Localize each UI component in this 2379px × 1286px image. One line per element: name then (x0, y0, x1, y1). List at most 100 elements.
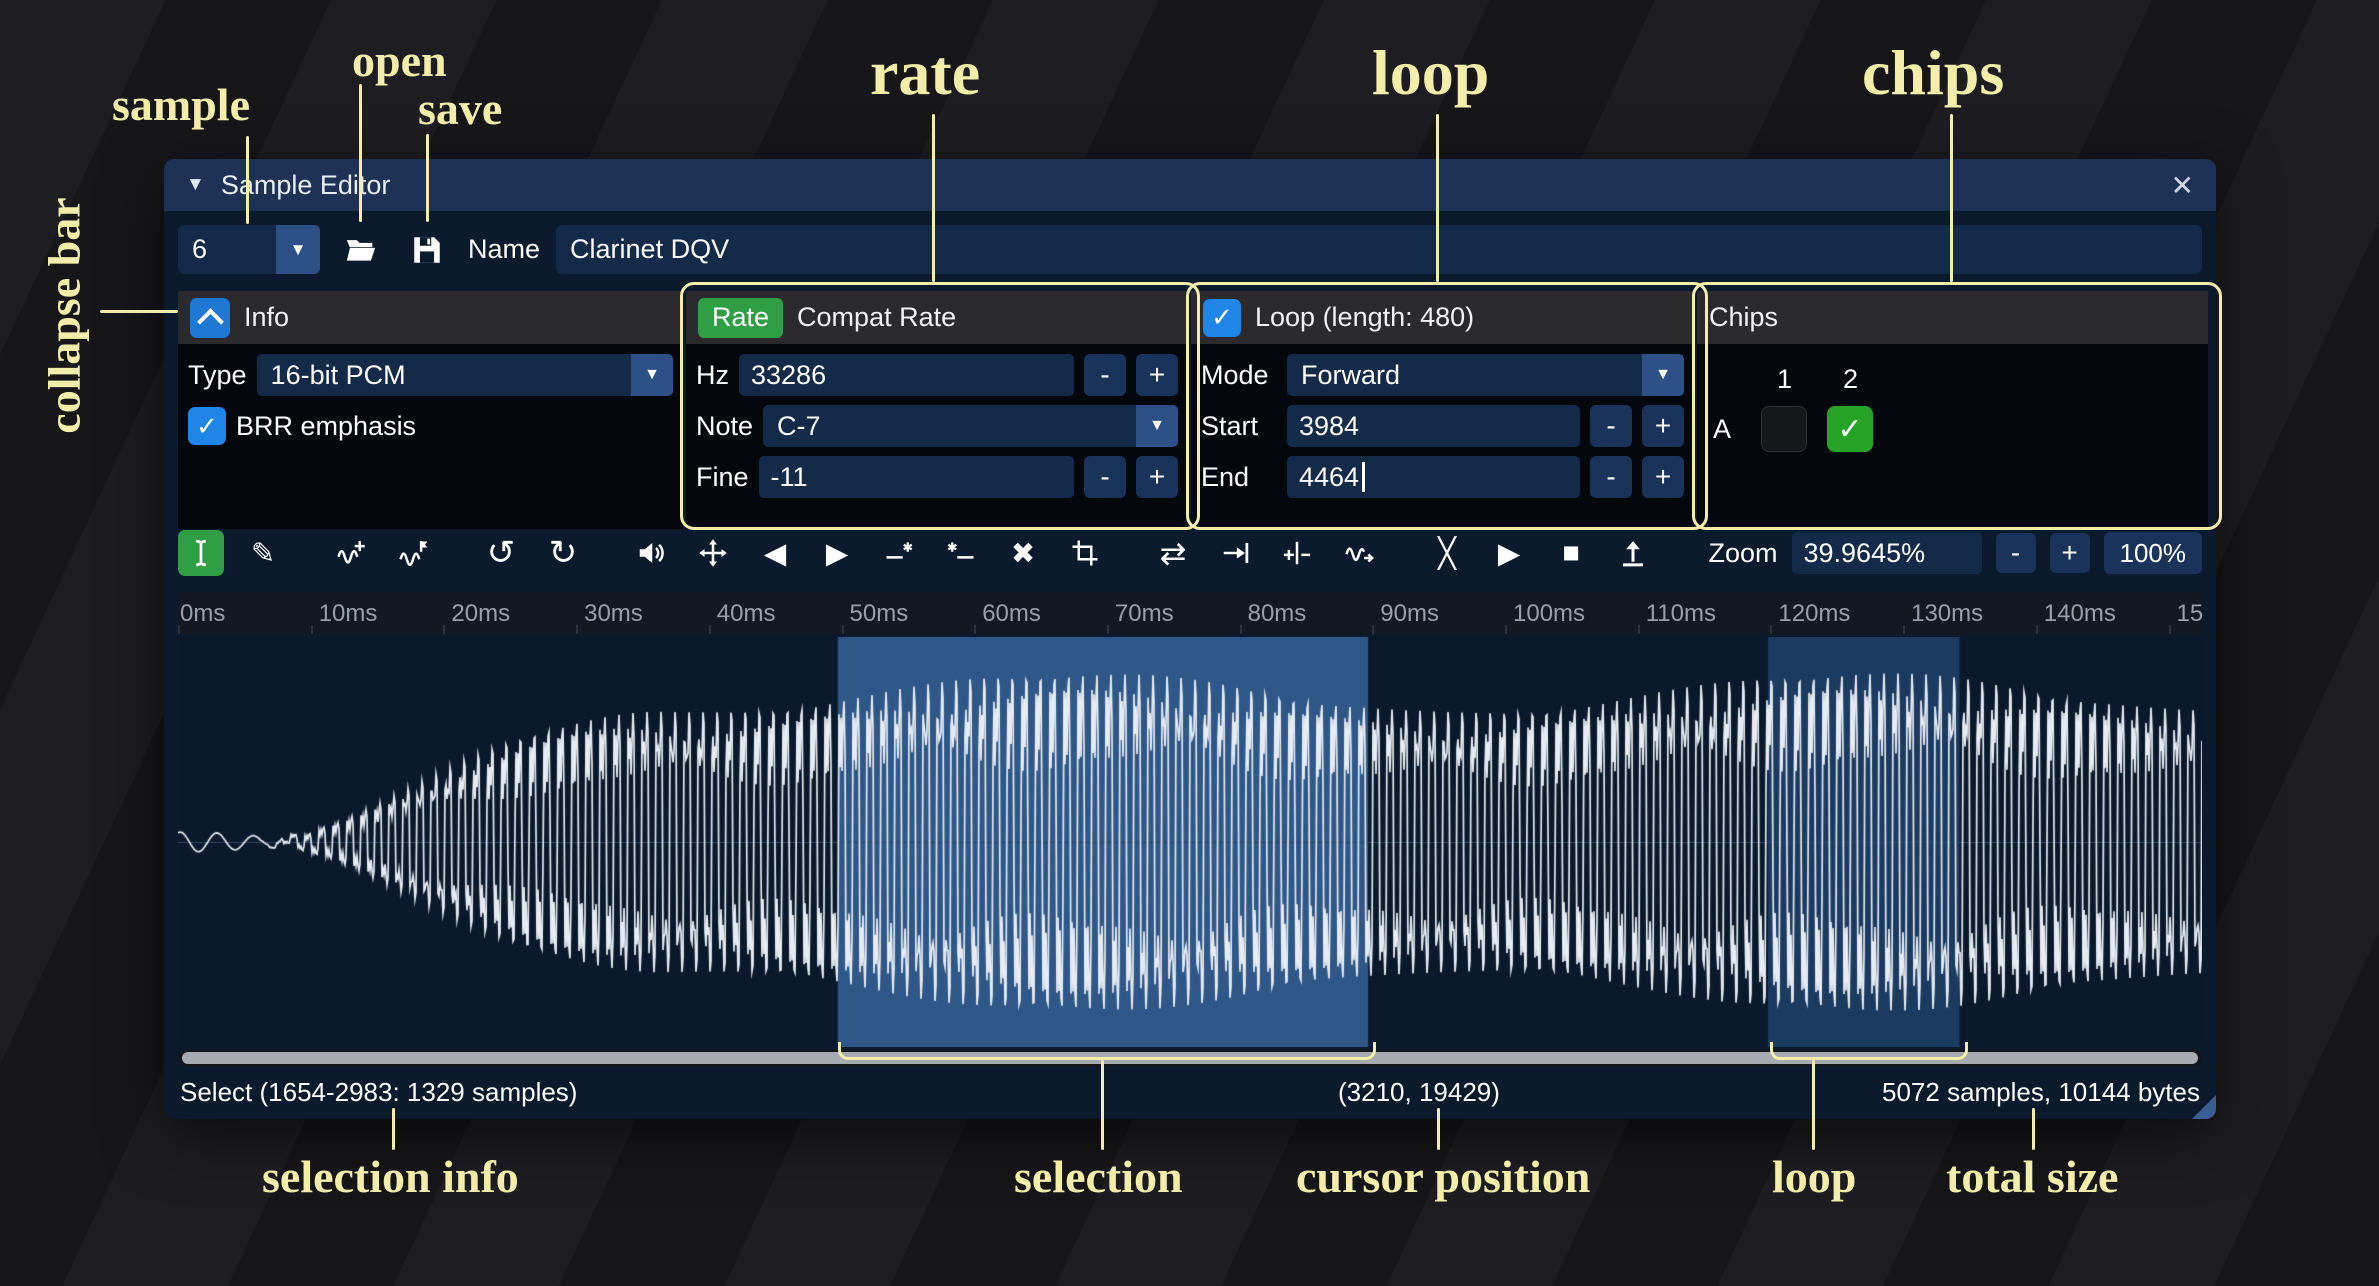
zoom-input[interactable]: 39.9645% (1792, 532, 1982, 574)
annotation-line-selection-info (392, 1108, 395, 1150)
annotation-line-save (426, 134, 429, 222)
chip-1-checkbox[interactable] (1761, 406, 1807, 452)
trim-button[interactable] (1062, 530, 1108, 576)
cross-lines-icon: ╳ (1438, 536, 1455, 571)
sample-editor-window: ▼ Sample Editor ✕ 6 ▼ (164, 159, 2216, 1119)
sign-button[interactable] (1274, 530, 1320, 576)
waveform-canvas[interactable] (178, 637, 2202, 1047)
total-size-text: 5072 samples, 10144 bytes (1882, 1077, 2200, 1108)
mode-label: Mode (1201, 360, 1277, 391)
note-dropdown[interactable]: C-7 ▼ (763, 405, 1178, 447)
hz-label: Hz (696, 360, 729, 391)
resize-grip[interactable] (2192, 1095, 2216, 1119)
fine-minus-button[interactable]: - (1084, 456, 1126, 498)
fine-plus-button[interactable]: + (1136, 456, 1178, 498)
collapse-bar-button[interactable] (190, 298, 230, 338)
ruler-label: 90ms (1380, 600, 1439, 628)
annotation-save: save (418, 82, 502, 135)
hz-minus-button[interactable]: - (1084, 354, 1126, 396)
normalize-button[interactable] (690, 530, 736, 576)
hz-plus-button[interactable]: + (1136, 354, 1178, 396)
stop-button[interactable]: ■ (1548, 530, 1594, 576)
annotation-line-sample (246, 136, 249, 224)
open-button[interactable] (336, 225, 386, 274)
stop-icon: ■ (1562, 537, 1580, 570)
delete-icon: ✖ (1011, 536, 1035, 571)
loop-end-input[interactable]: 4464 (1287, 456, 1580, 498)
ruler-tick (842, 625, 844, 634)
amplify-button[interactable] (628, 530, 674, 576)
draw-tool-button[interactable]: ✎ (240, 530, 286, 576)
preview-button[interactable]: ▶ (1486, 530, 1532, 576)
window-collapse-icon[interactable]: ▼ (186, 174, 205, 196)
annotation-selection: selection (1014, 1150, 1183, 1203)
chip-2-checkbox[interactable]: ✓ (1827, 406, 1873, 452)
ruler-label: 60ms (982, 600, 1041, 628)
time-ruler[interactable]: 0ms10ms20ms30ms40ms50ms60ms70ms80ms90ms1… (178, 592, 2202, 634)
annotation-loop-bottom: loop (1772, 1150, 1856, 1203)
zoom-out-button[interactable]: - (1996, 533, 2036, 573)
name-input[interactable]: Clarinet DQV (556, 225, 2202, 274)
sample-toolbar: ✎ ↺ ↻ (178, 529, 2202, 577)
type-dropdown[interactable]: 16-bit PCM ▼ (257, 354, 673, 396)
annotation-line-cursor-position (1437, 1108, 1440, 1150)
ruler-tick (2169, 625, 2171, 634)
delete-button[interactable]: ✖ (1000, 530, 1046, 576)
fade-out-button[interactable]: ▶ (814, 530, 860, 576)
chevron-up-icon (197, 308, 224, 335)
annotation-line-collapse-bar (100, 310, 178, 313)
arrow-to-bar-icon (1220, 538, 1250, 568)
fine-input[interactable]: -11 (759, 456, 1074, 498)
filter-button[interactable] (1336, 530, 1382, 576)
insert-silence-button[interactable] (876, 530, 922, 576)
sample-number-dropdown[interactable]: 6 ▼ (178, 225, 320, 274)
rate-panel-title: Compat Rate (797, 302, 956, 333)
annotation-selection-info: selection info (262, 1150, 519, 1203)
select-tool-button[interactable] (178, 530, 224, 576)
waveform-view[interactable] (178, 637, 2202, 1047)
close-icon[interactable]: ✕ (2171, 169, 2194, 202)
loop-start-minus-button[interactable]: - (1590, 405, 1632, 447)
selection-info-text: Select (1654-2983: 1329 samples) (180, 1077, 577, 1108)
fade-in-button[interactable]: ◀ (752, 530, 798, 576)
loop-start-input[interactable]: 3984 (1287, 405, 1580, 447)
cursor-position-text: (3210, 19429) (1338, 1077, 1500, 1108)
loop-end-minus-button[interactable]: - (1590, 456, 1632, 498)
reverse-icon: ⇄ (1160, 534, 1187, 572)
loop-start-value: 3984 (1299, 411, 1359, 442)
redo-button[interactable]: ↻ (540, 530, 586, 576)
invert-button[interactable] (1212, 530, 1258, 576)
brr-emphasis-checkbox[interactable]: ✓ (188, 407, 226, 445)
rate-button[interactable]: Rate (698, 298, 783, 338)
ruler-label: 50ms (850, 600, 909, 628)
loop-end-plus-button[interactable]: + (1642, 456, 1684, 498)
annotation-line-loop-bottom (1812, 1060, 1815, 1150)
apply-silence-button[interactable] (938, 530, 984, 576)
play-icon: ▶ (1498, 536, 1520, 571)
undo-icon: ↺ (487, 533, 516, 573)
rate-panel: Rate Compat Rate Hz 33286 - + Note C-7 (686, 291, 1188, 529)
note-value: C-7 (763, 405, 1136, 447)
loop-panel: ✓ Loop (length: 480) Mode Forward ▼ Star… (1191, 291, 1694, 529)
save-button[interactable] (402, 225, 452, 274)
annotation-line-rate (932, 114, 935, 282)
loop-start-plus-button[interactable]: + (1642, 405, 1684, 447)
undo-button[interactable]: ↺ (478, 530, 524, 576)
info-panel-title: Info (244, 302, 289, 333)
upload-button[interactable] (1610, 530, 1656, 576)
loop-enable-checkbox[interactable]: ✓ (1203, 299, 1241, 337)
name-value: Clarinet DQV (570, 234, 729, 265)
chips-panel-title: Chips (1709, 302, 1778, 333)
resize-button[interactable] (328, 530, 374, 576)
loop-mode-dropdown[interactable]: Forward ▼ (1287, 354, 1684, 396)
loop-mode-value: Forward (1287, 354, 1642, 396)
zoom-in-button[interactable]: + (2050, 533, 2090, 573)
resample-button[interactable] (390, 530, 436, 576)
fine-label: Fine (696, 462, 749, 493)
zoom-reset-button[interactable]: 100% (2104, 532, 2203, 574)
hz-input[interactable]: 33286 (739, 354, 1074, 396)
text-cursor (1362, 462, 1365, 492)
crossfade-button[interactable]: ╳ (1424, 530, 1470, 576)
window-titlebar[interactable]: ▼ Sample Editor ✕ (164, 159, 2216, 211)
reverse-button[interactable]: ⇄ (1150, 530, 1196, 576)
